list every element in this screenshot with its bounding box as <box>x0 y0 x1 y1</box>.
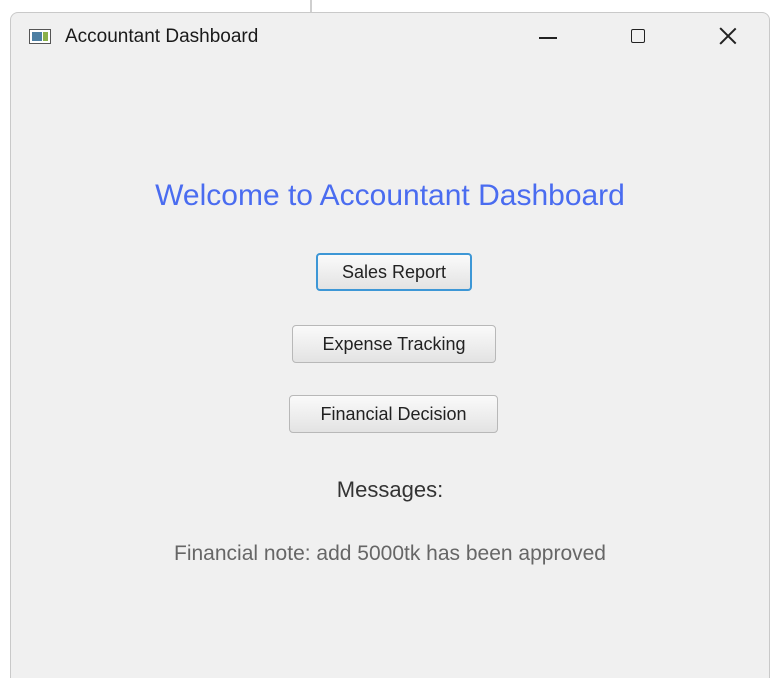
close-icon <box>719 27 737 45</box>
app-window: Accountant Dashboard Welcome to Accounta… <box>10 12 770 678</box>
maximize-icon <box>631 29 645 43</box>
title-bar[interactable]: Accountant Dashboard <box>11 13 769 61</box>
expense-tracking-button[interactable]: Expense Tracking <box>292 325 496 363</box>
app-window-icon <box>29 29 51 44</box>
maximize-button[interactable] <box>611 13 665 61</box>
message-text: Financial note: add 5000tk has been appr… <box>174 542 606 565</box>
close-button[interactable] <box>701 13 755 61</box>
messages-label: Messages: <box>336 477 444 502</box>
window-title: Accountant Dashboard <box>65 26 259 47</box>
minimize-icon <box>539 37 557 39</box>
dashboard-content: Welcome to Accountant Dashboard Sales Re… <box>11 61 769 678</box>
page-title: Welcome to Accountant Dashboard <box>155 179 625 212</box>
sales-report-button[interactable]: Sales Report <box>316 253 472 291</box>
financial-decision-button[interactable]: Financial Decision <box>289 395 498 433</box>
minimize-button[interactable] <box>521 13 575 61</box>
